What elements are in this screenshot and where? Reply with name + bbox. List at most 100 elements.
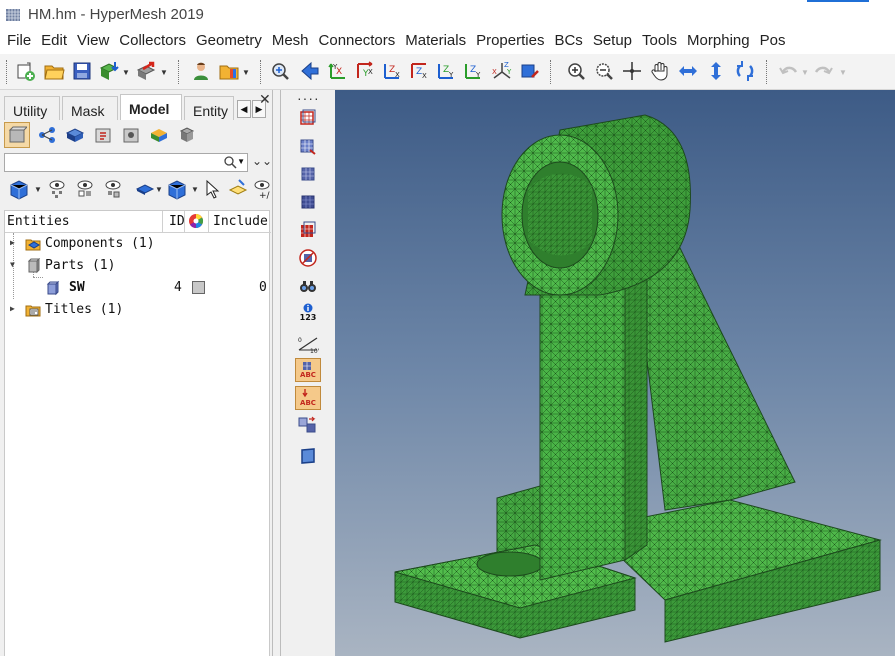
center-icon[interactable]: [620, 59, 644, 83]
surface-display-caret[interactable]: ▼: [191, 185, 199, 194]
menu-connectors[interactable]: Connectors: [312, 30, 396, 54]
search-options-caret[interactable]: ▼: [237, 157, 245, 166]
user-profile-icon[interactable]: [189, 59, 213, 83]
redo-dropdown-caret[interactable]: ▼: [839, 68, 847, 77]
zoom-window-icon[interactable]: [268, 59, 292, 83]
isolate-icon[interactable]: [100, 177, 126, 201]
select-cursor-icon[interactable]: [202, 177, 224, 201]
transparency-icon[interactable]: [295, 414, 321, 438]
search-icon[interactable]: [223, 155, 237, 169]
menu-tools[interactable]: Tools: [635, 30, 677, 54]
component-view-icon[interactable]: [4, 122, 30, 148]
view-xy-bottom-icon[interactable]: YX: [353, 59, 377, 83]
undo-icon[interactable]: [776, 59, 800, 83]
expand-arrow-icon[interactable]: ▶: [10, 304, 15, 313]
menu-post[interactable]: Pos: [753, 30, 786, 54]
menu-file[interactable]: File: [0, 30, 31, 54]
menu-view[interactable]: View: [70, 30, 109, 54]
solver-view-icon[interactable]: [118, 122, 144, 148]
undo-dropdown-caret[interactable]: ▼: [801, 68, 809, 77]
tab-model[interactable]: Model: [120, 94, 182, 120]
element-wireframe-icon[interactable]: [295, 162, 321, 186]
show-icon[interactable]: [44, 177, 70, 201]
display-mode-caret[interactable]: ▼: [34, 185, 42, 194]
element-display-caret[interactable]: ▼: [155, 185, 163, 194]
tree-row-components[interactable]: ▶ Components (1): [5, 233, 271, 255]
view-xz-top-icon[interactable]: ZX: [380, 59, 404, 83]
expand-arrow-icon[interactable]: ▶: [10, 238, 15, 247]
show-all-icon[interactable]: +/: [252, 177, 272, 201]
expand-options-icon[interactable]: ⌄⌄: [252, 154, 272, 168]
menu-edit[interactable]: Edit: [34, 30, 67, 54]
zoom-in-icon[interactable]: [564, 59, 588, 83]
save-icon[interactable]: [70, 59, 94, 83]
close-browser-icon[interactable]: ✕: [259, 91, 271, 108]
collapse-arrow-icon[interactable]: ▼: [10, 260, 15, 269]
import-dropdown-caret[interactable]: ▼: [122, 68, 130, 77]
box-select-icon[interactable]: [295, 444, 321, 468]
parts-view-icon[interactable]: [174, 122, 200, 148]
tab-scroll-left-icon[interactable]: ◀: [237, 100, 251, 118]
open-folder-icon[interactable]: [42, 59, 66, 83]
rotate-icon[interactable]: [733, 59, 757, 83]
tab-utility[interactable]: Utility: [4, 96, 60, 120]
property-view-icon[interactable]: [90, 122, 116, 148]
column-include[interactable]: Include: [209, 211, 271, 232]
column-id[interactable]: ID: [163, 211, 185, 232]
tree-row-parts[interactable]: ▼ Parts (1): [5, 255, 271, 277]
element-color-icon[interactable]: [295, 218, 321, 242]
new-model-icon[interactable]: [14, 59, 38, 83]
menu-geometry[interactable]: Geometry: [189, 30, 262, 54]
view-reverse-icon[interactable]: [518, 59, 542, 83]
measure-icon[interactable]: 0 10': [295, 332, 321, 356]
tab-entity[interactable]: Entity: [184, 96, 234, 120]
pan-hand-icon[interactable]: [648, 59, 672, 83]
menu-morphing[interactable]: Morphing: [680, 30, 750, 54]
label-abc-icon[interactable]: ABC: [295, 358, 321, 382]
menu-collectors[interactable]: Collectors: [112, 30, 186, 54]
panel-splitter[interactable]: [272, 90, 281, 656]
mesh-shaded-icon[interactable]: [295, 134, 321, 158]
tab-mask[interactable]: Mask: [62, 96, 118, 120]
meshed-bracket-model[interactable]: [335, 90, 895, 656]
visualization-options-icon[interactable]: [295, 246, 321, 270]
display-mode-icon[interactable]: [6, 177, 32, 201]
reader-dropdown-caret[interactable]: ▼: [242, 68, 250, 77]
menu-setup[interactable]: Setup: [586, 30, 632, 54]
surface-display-icon[interactable]: [164, 177, 190, 201]
material-view-icon[interactable]: [62, 122, 88, 148]
view-yz-right-icon[interactable]: ZY: [461, 59, 485, 83]
part-color-swatch[interactable]: [192, 281, 205, 294]
export-dropdown-caret[interactable]: ▼: [160, 68, 168, 77]
translate-vertical-icon[interactable]: [704, 59, 728, 83]
menu-mesh[interactable]: Mesh: [265, 30, 309, 54]
find-attached-icon[interactable]: [226, 177, 250, 201]
label-abc-down-icon[interactable]: ABC: [295, 386, 321, 410]
column-color[interactable]: [185, 211, 209, 232]
graphics-viewport[interactable]: [335, 90, 895, 656]
menu-properties[interactable]: Properties: [469, 30, 544, 54]
numbers-icon[interactable]: 123: [295, 300, 321, 324]
include-view-icon[interactable]: [146, 122, 172, 148]
redo-icon[interactable]: [812, 59, 836, 83]
column-entities[interactable]: Entities: [5, 211, 163, 232]
import-icon[interactable]: [97, 59, 121, 83]
translate-horizontal-icon[interactable]: [676, 59, 700, 83]
menu-materials[interactable]: Materials: [398, 30, 466, 54]
view-xz-bottom-icon[interactable]: ZX: [407, 59, 431, 83]
zoom-out-icon[interactable]: [592, 59, 616, 83]
mesh-display-icon[interactable]: [295, 106, 321, 130]
view-iso-icon[interactable]: ZXY: [490, 59, 514, 83]
previous-view-icon[interactable]: [298, 59, 322, 83]
assembly-view-icon[interactable]: [34, 122, 60, 148]
menu-bcs[interactable]: BCs: [547, 30, 582, 54]
show-only-icon[interactable]: [72, 177, 98, 201]
reader-folder-icon[interactable]: [217, 59, 241, 83]
element-shaded-icon[interactable]: [295, 190, 321, 214]
browser-search-input[interactable]: [5, 154, 219, 171]
view-xy-top-icon[interactable]: XY: [326, 59, 350, 83]
tree-row-titles[interactable]: ▶ Titles (1): [5, 299, 271, 321]
export-icon[interactable]: [134, 59, 158, 83]
view-yz-left-icon[interactable]: ZY: [434, 59, 458, 83]
tree-row-part-sw[interactable]: SW 4 0: [5, 277, 271, 299]
